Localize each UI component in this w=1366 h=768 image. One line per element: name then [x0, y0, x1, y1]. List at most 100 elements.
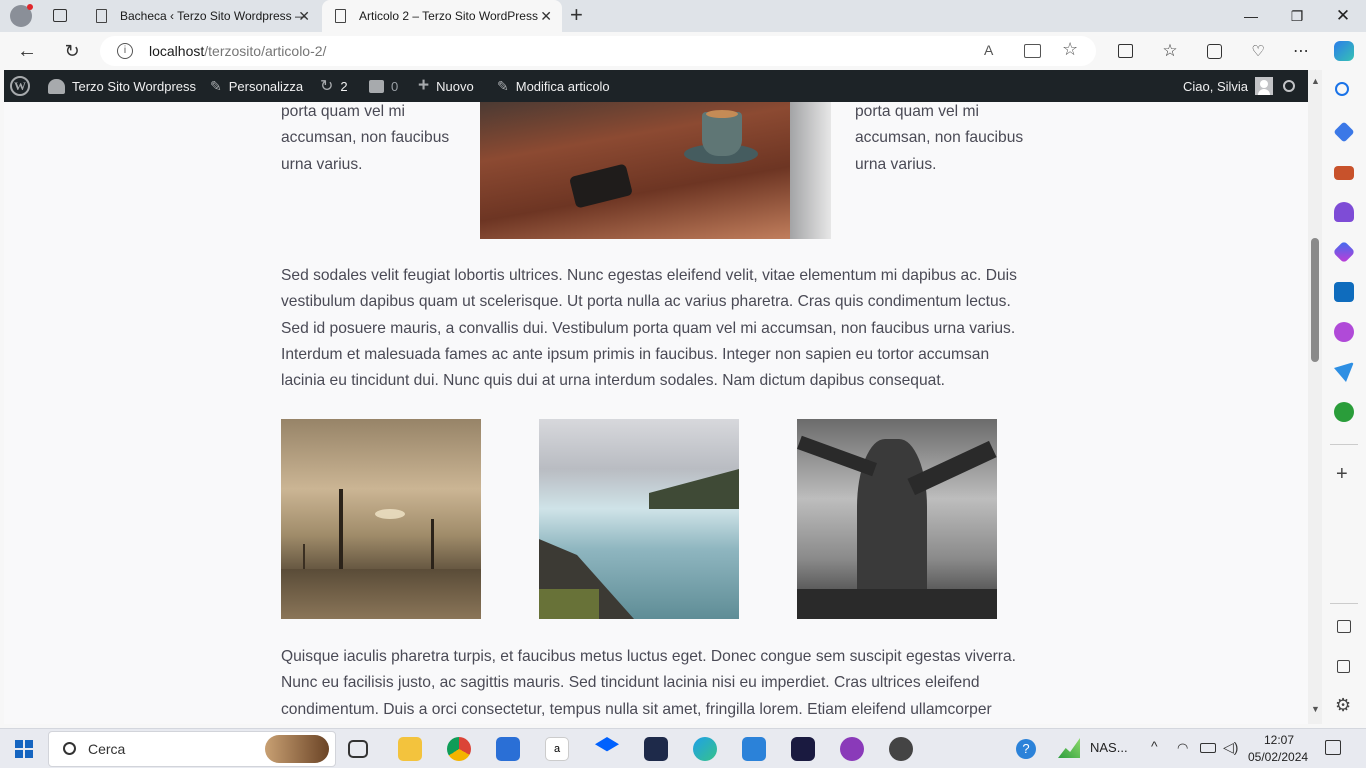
immersive-reader-icon[interactable] [1024, 44, 1041, 58]
shopping-icon[interactable] [1333, 121, 1355, 143]
site-info-icon[interactable]: i [117, 43, 133, 59]
new-content-link[interactable]: + Nuovo [418, 70, 474, 102]
hide-sidebar-icon[interactable] [1337, 620, 1351, 633]
restore-icon[interactable]: ❐ [1274, 0, 1320, 32]
more-menu-icon[interactable]: ⋯ [1290, 40, 1312, 62]
my-account-link[interactable]: Ciao, Silvia [1183, 70, 1274, 102]
greeting-label: Ciao, Silvia [1183, 78, 1249, 94]
gallery-side-text-left: porta quam vel mi accumsan, non faucibus… [281, 103, 450, 173]
close-tab-icon[interactable]: ✕ [298, 8, 310, 25]
tray-widget-label[interactable]: NAS... [1090, 740, 1128, 755]
tab-title: Articolo 2 – Terzo Sito WordPress [359, 9, 538, 23]
powershell-icon[interactable] [644, 737, 668, 761]
tools-icon[interactable] [1334, 166, 1354, 180]
taskbar-search-box[interactable]: Cerca [48, 731, 336, 767]
updates-icon: ↻ [320, 78, 334, 95]
chrome-icon[interactable] [447, 737, 471, 761]
sidebar-settings-icon[interactable]: ⚙ [1335, 695, 1351, 716]
profile-icon[interactable] [10, 4, 33, 27]
store-icon[interactable] [496, 737, 520, 761]
search-placeholder: Cerca [88, 741, 126, 757]
split-screen-icon[interactable] [1114, 40, 1136, 62]
stock-widget-icon[interactable] [1058, 738, 1080, 758]
clock-date[interactable]: 05/02/2024 [1248, 750, 1308, 764]
tab-bacheca[interactable]: Bacheca ‹ Terzo Sito Wordpress — ✕ [84, 0, 320, 32]
volume-icon[interactable]: ◁) [1223, 739, 1238, 756]
games-icon[interactable] [1334, 202, 1354, 222]
mail-icon[interactable] [742, 737, 766, 761]
wp-admin-bar: W Terzo Sito Wordpress ✎ Personalizza ↻ … [4, 70, 1308, 102]
comment-bubble-icon [369, 79, 384, 93]
window-close-icon[interactable]: ✕ [1320, 0, 1366, 32]
github-desktop-icon[interactable] [840, 737, 864, 761]
site-name-link[interactable]: Terzo Sito Wordpress [48, 70, 196, 102]
scroll-down-arrow-icon[interactable]: ▼ [1311, 704, 1320, 714]
amazon-icon[interactable]: a [545, 737, 569, 761]
windows-start-icon[interactable] [15, 740, 33, 758]
coffee-table-photo [480, 102, 831, 239]
plus-icon: + [418, 75, 430, 96]
send-icon[interactable] [1334, 362, 1354, 382]
customize-label: Personalizza [228, 78, 304, 94]
task-view-icon[interactable] [348, 740, 368, 758]
browser-essentials-icon[interactable]: ♡ [1247, 40, 1269, 62]
smartphone [568, 163, 634, 209]
updates-count: 2 [340, 78, 348, 94]
network-icon[interactable]: ◠ [1177, 740, 1188, 756]
page-icon [335, 9, 346, 23]
collections-icon[interactable] [1203, 40, 1225, 62]
refresh-icon[interactable]: ↻ [61, 40, 83, 62]
new-tab-icon[interactable]: + [570, 4, 583, 26]
gallery-side-text-right: porta quam vel mi accumsan, non faucibus… [855, 103, 1024, 173]
dead-forest-photo [281, 419, 481, 619]
updates-link[interactable]: ↻ 2 [320, 70, 348, 102]
wp-logo-button[interactable]: W [10, 70, 30, 102]
microsoft-365-icon[interactable] [1332, 240, 1356, 264]
wordpress-logo-icon: W [10, 76, 30, 96]
open-external-icon[interactable] [1337, 660, 1350, 673]
windows-taskbar: Cerca a ? NAS... ^ ◠ ◁) 12:07 05/02/2024 [0, 728, 1366, 768]
edge-sidebar: + ⚙ [1322, 70, 1366, 728]
read-aloud-icon[interactable]: A [984, 42, 993, 58]
add-sidebar-app-icon[interactable]: + [1336, 463, 1348, 486]
github-icon[interactable] [889, 737, 913, 761]
workspaces-icon[interactable] [53, 9, 67, 22]
webex-icon[interactable] [791, 737, 815, 761]
new-content-label: Nuovo [436, 78, 474, 94]
back-icon[interactable]: ← [16, 40, 38, 62]
page-icon [96, 9, 107, 23]
address-bar[interactable]: i localhost/terzosito/articolo-2/ A ☆ [100, 36, 1096, 66]
search-icon[interactable] [1335, 82, 1349, 96]
search-highlight-image [265, 735, 329, 763]
notifications-icon[interactable] [1325, 740, 1341, 755]
outlook-icon[interactable] [1334, 282, 1354, 302]
customize-link[interactable]: ✎ Personalizza [210, 70, 303, 102]
waterfall-photo [539, 419, 739, 619]
show-hidden-icons[interactable]: ^ [1151, 738, 1158, 754]
admin-search-icon[interactable] [1283, 70, 1295, 102]
help-icon[interactable]: ? [1016, 739, 1036, 759]
edit-post-label: Modifica articolo [515, 78, 610, 94]
pencil-icon: ✎ [497, 77, 509, 94]
tab-articolo-2[interactable]: Articolo 2 – Terzo Sito WordPress ✕ [322, 0, 562, 32]
search-icon [63, 742, 76, 755]
designer-icon[interactable] [1334, 322, 1354, 342]
scroll-up-arrow-icon[interactable]: ▲ [1311, 76, 1320, 86]
edit-post-link[interactable]: ✎ Modifica articolo [497, 70, 610, 102]
clock-time[interactable]: 12:07 [1264, 733, 1294, 747]
close-tab-icon[interactable]: ✕ [540, 8, 552, 25]
copilot-icon[interactable] [1333, 40, 1355, 62]
edge-icon[interactable] [693, 737, 717, 761]
scrollbar-thumb[interactable] [1311, 238, 1319, 362]
favorites-icon[interactable]: ☆ [1159, 40, 1181, 62]
tree-icon[interactable] [1334, 402, 1354, 422]
comments-link[interactable]: 0 [369, 70, 398, 102]
browser-toolbar: ← ↻ i localhost/terzosito/articolo-2/ A … [0, 32, 1366, 70]
favorite-star-icon[interactable]: ☆ [1062, 39, 1078, 60]
url-text[interactable]: localhost/terzosito/articolo-2/ [149, 43, 326, 59]
dropbox-icon[interactable] [595, 737, 619, 752]
page-scrollbar[interactable]: ▲ ▼ [1308, 70, 1322, 724]
battery-icon[interactable] [1200, 743, 1216, 753]
file-explorer-icon[interactable] [398, 737, 422, 761]
minimize-icon[interactable]: — [1228, 0, 1274, 32]
